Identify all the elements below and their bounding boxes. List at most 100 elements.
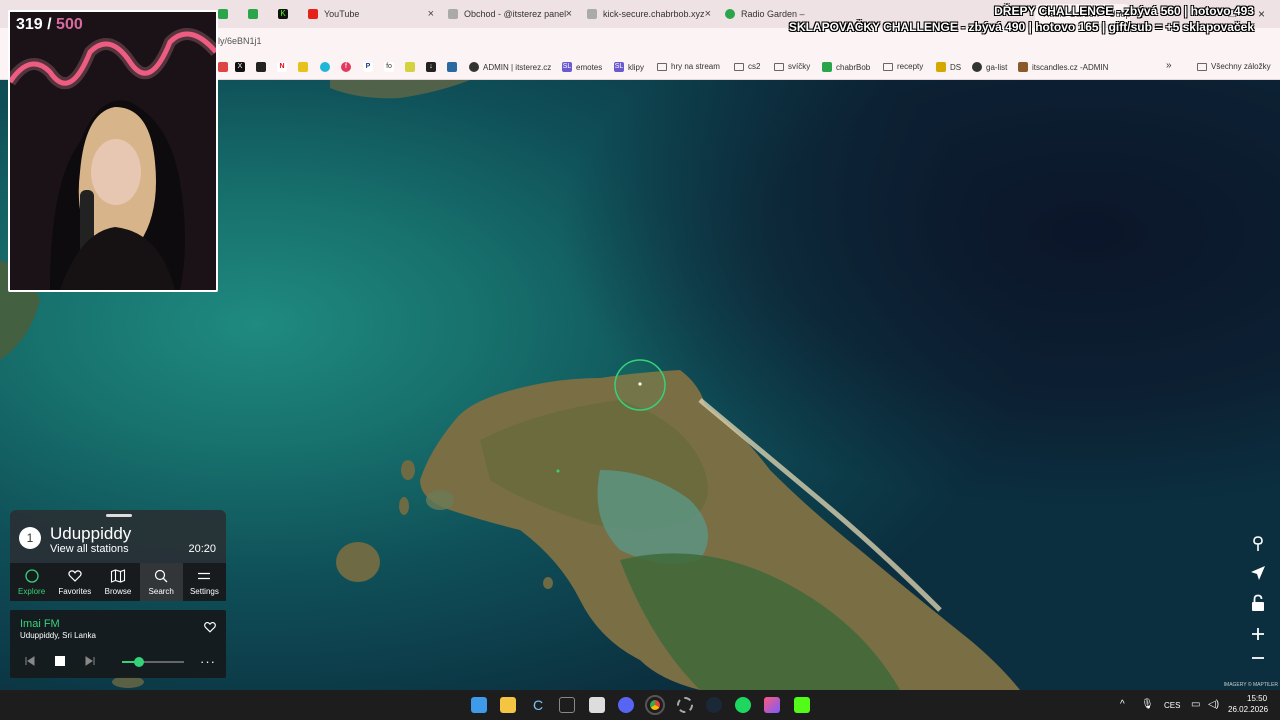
- challenge-line-squats: DŘEPY CHALLENGE - zbývá 560 | hotovo 493: [994, 4, 1254, 18]
- close-tab-icon[interactable]: ×: [705, 8, 711, 20]
- tab-obchod[interactable]: Obchod - @itsterez panel ×: [448, 4, 576, 24]
- discord-icon[interactable]: [618, 697, 634, 713]
- bookmark-x[interactable]: X: [235, 62, 249, 72]
- tab-label: kick-secure.chabrbob.xyz: [603, 9, 705, 19]
- bookmark-icon-only[interactable]: [256, 62, 270, 72]
- globe-icon: [448, 9, 458, 19]
- tab-browse[interactable]: Browse: [96, 563, 139, 601]
- radio-tower-icon[interactable]: [1246, 532, 1270, 556]
- tab-search[interactable]: Search: [139, 563, 183, 601]
- tab-settings[interactable]: Settings: [183, 563, 226, 601]
- bookmark-folder-svicky[interactable]: svíčky: [774, 62, 810, 71]
- tab-favorites[interactable]: Favorites: [53, 563, 96, 601]
- bookmark-icon-only[interactable]: f: [341, 62, 355, 72]
- bookmark-label: cs2: [748, 62, 761, 71]
- bookmark-label: DS: [950, 62, 962, 72]
- bookmark-favicon: [218, 62, 228, 72]
- counter-separator: /: [42, 16, 57, 33]
- bookmark-icon-only[interactable]: [298, 62, 312, 72]
- all-bookmarks-button[interactable]: Všechny záložky: [1197, 62, 1271, 71]
- bookmark-icon-only[interactable]: ↓: [426, 62, 440, 72]
- more-options-button[interactable]: ···: [200, 654, 216, 669]
- tab-kick-secure[interactable]: kick-secure.chabrbob.xyz ×: [587, 4, 715, 24]
- netflix-icon: N: [277, 62, 287, 72]
- station-location[interactable]: Uduppiddy, Sri Lanka: [20, 631, 96, 640]
- globe-icon: [587, 9, 597, 19]
- sl-icon: SL: [614, 62, 624, 72]
- chrome-icon[interactable]: [645, 695, 665, 715]
- chabrbob-icon: [822, 62, 832, 72]
- kick-icon[interactable]: [794, 697, 810, 713]
- bookmark-emotes[interactable]: SL emotes: [562, 62, 602, 72]
- place-name: Uduppiddy: [50, 524, 132, 543]
- bookmark-icon-only[interactable]: [218, 62, 232, 72]
- bookmark-admin[interactable]: ADMIN | itsterez.cz: [469, 62, 551, 72]
- bookmark-favicon: [298, 62, 308, 72]
- previous-icon[interactable]: [24, 655, 36, 667]
- bookmark-icon-only[interactable]: fo: [384, 62, 398, 72]
- bookmark-folder-cs2[interactable]: cs2: [734, 62, 760, 71]
- bookmark-label: hry na stream: [671, 62, 720, 71]
- bookmark-folder-hry[interactable]: hry na stream: [657, 62, 720, 71]
- bookmark-label: klipy: [628, 62, 645, 72]
- volume-knob[interactable]: [134, 657, 145, 667]
- close-tab-icon[interactable]: ×: [566, 8, 572, 20]
- stop-icon[interactable]: [54, 655, 66, 667]
- app-icon[interactable]: [764, 697, 780, 713]
- tab-pinned-2[interactable]: [248, 4, 270, 24]
- bookmark-icon-only[interactable]: [405, 62, 419, 72]
- counter-goal: 500: [56, 16, 83, 33]
- language-indicator[interactable]: CES: [1164, 701, 1180, 710]
- bookmark-favicon: f: [341, 62, 351, 72]
- bookmark-itscandles[interactable]: itscandles.cz -ADMIN: [1018, 62, 1108, 72]
- bookmark-icon-only[interactable]: [447, 62, 461, 72]
- view-all-stations-link[interactable]: View all stations: [50, 543, 129, 555]
- app-icon[interactable]: [559, 697, 575, 713]
- tray-overflow-icon[interactable]: ^: [1120, 699, 1125, 710]
- clock-date[interactable]: 26.02.2026: [1228, 705, 1268, 714]
- minecraft-icon[interactable]: [589, 697, 605, 713]
- bookmarks-overflow-button[interactable]: »: [1166, 60, 1172, 71]
- bookmark-folder-recepty[interactable]: recepty: [883, 62, 923, 71]
- locate-icon[interactable]: [1246, 561, 1270, 585]
- drag-handle[interactable]: [106, 514, 132, 517]
- zoom-in-icon[interactable]: [1246, 622, 1270, 646]
- bookmark-netflix[interactable]: N: [277, 62, 291, 72]
- bookmark-favicon: fo: [384, 62, 394, 72]
- favorite-heart-icon[interactable]: [203, 620, 217, 634]
- bookmark-paypal[interactable]: P: [363, 62, 377, 72]
- tab-label: YouTube: [324, 9, 360, 19]
- lock-icon[interactable]: [1246, 591, 1270, 615]
- bookmark-favicon: [447, 62, 457, 72]
- bookmark-chabrbob[interactable]: chabrBob: [822, 62, 870, 72]
- webcam-overlay: 319 / 500: [8, 10, 218, 292]
- bookmark-ga-list[interactable]: ga-list: [972, 62, 1007, 72]
- spotify-icon[interactable]: [735, 697, 751, 713]
- bookmark-icon-only[interactable]: [320, 62, 334, 72]
- tab-pinned-1[interactable]: [218, 4, 240, 24]
- tab-explore[interactable]: Explore: [10, 563, 53, 601]
- clock-time[interactable]: 15:50: [1247, 694, 1267, 703]
- microphone-icon[interactable]: 🎙: [1141, 699, 1154, 710]
- volume-icon[interactable]: ◁): [1208, 699, 1219, 710]
- start-menu-icon[interactable]: [471, 697, 487, 713]
- tab-youtube[interactable]: YouTube ×: [308, 4, 438, 24]
- station-name[interactable]: Imai FM: [20, 618, 60, 630]
- close-tab-icon[interactable]: ×: [428, 8, 434, 20]
- bookmark-label: recepty: [897, 62, 924, 71]
- map-attribution: IMAGERY © MAPTILER: [1223, 682, 1278, 688]
- bookmark-ds[interactable]: DS: [936, 62, 961, 72]
- bookmark-klipy[interactable]: SL klipy: [614, 62, 644, 72]
- close-window-icon[interactable]: ×: [1258, 4, 1270, 24]
- network-icon[interactable]: ▭: [1191, 699, 1200, 710]
- obs-icon[interactable]: [677, 697, 693, 713]
- now-playing-panel: Imai FM Uduppiddy, Sri Lanka ···: [10, 610, 226, 678]
- zoom-out-icon[interactable]: [1246, 646, 1270, 670]
- url-text[interactable]: ly/6eBN1j1: [218, 36, 262, 46]
- next-icon[interactable]: [84, 655, 96, 667]
- steam-icon[interactable]: [706, 697, 722, 713]
- tab-pinned-kick[interactable]: K: [278, 4, 300, 24]
- file-explorer-icon[interactable]: [500, 697, 516, 713]
- ccleaner-icon[interactable]: C: [530, 697, 546, 713]
- volume-slider[interactable]: [122, 657, 184, 667]
